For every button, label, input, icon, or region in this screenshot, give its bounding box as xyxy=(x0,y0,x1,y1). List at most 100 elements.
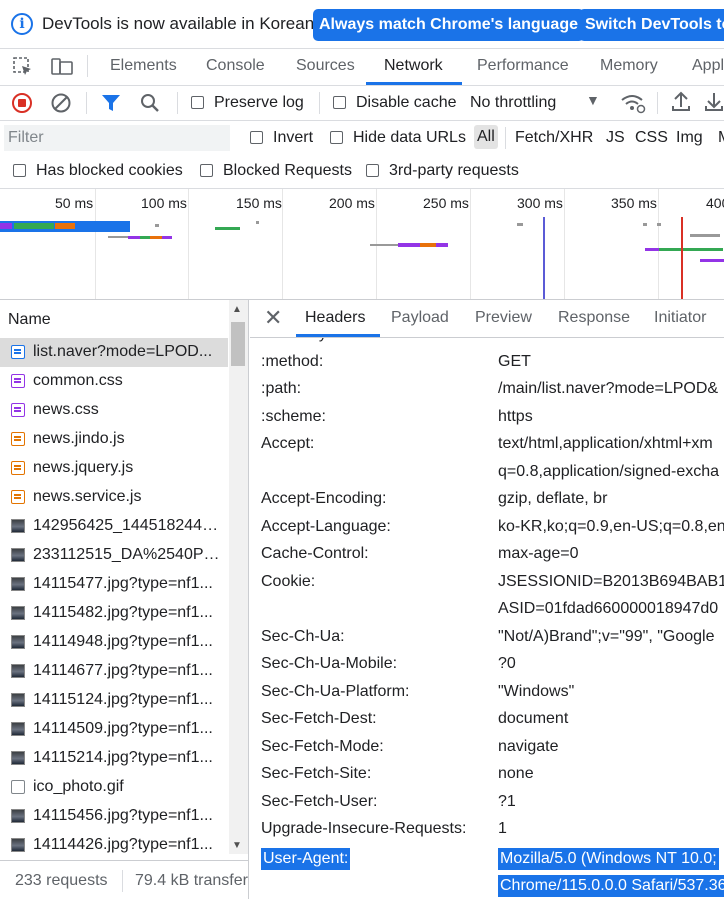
network-overview-timeline[interactable]: 50 ms 100 ms 150 ms 200 ms 250 ms 300 ms… xyxy=(0,189,724,300)
stylesheet-icon xyxy=(11,403,25,417)
toolbar-separator xyxy=(319,92,320,114)
header-value: JSESSIONID=B2013B694BAB1A xyxy=(498,572,724,590)
request-count: 233 requests xyxy=(15,872,108,889)
filter-type-img[interactable]: Img xyxy=(676,129,703,147)
tab-preview[interactable]: Preview xyxy=(475,309,532,327)
clear-icon[interactable] xyxy=(50,92,72,119)
request-row[interactable]: 14115477.jpg?type=nf1... xyxy=(0,570,228,599)
filter-input[interactable] xyxy=(4,125,230,151)
request-row[interactable]: 142956425_144518244_... xyxy=(0,512,228,541)
tab-response[interactable]: Response xyxy=(558,309,630,327)
request-row[interactable]: 14114677.jpg?type=nf1... xyxy=(0,657,228,686)
request-row[interactable]: news.jquery.js xyxy=(0,454,228,483)
request-row[interactable]: 14114426.jpg?type=nf1... xyxy=(0,831,228,858)
tab-console[interactable]: Console xyxy=(206,57,265,75)
request-list-panel: Name list.naver?mode=LPOD... common.css ne… xyxy=(0,300,249,899)
header-row: q=0.8,application/signed-excha xyxy=(250,460,724,487)
request-list: list.naver?mode=LPOD... common.css news.cs… xyxy=(0,338,228,858)
header-value: none xyxy=(498,765,534,782)
request-row[interactable]: list.naver?mode=LPOD... xyxy=(0,338,228,367)
tab-performance[interactable]: Performance xyxy=(477,57,569,75)
import-har-icon[interactable] xyxy=(671,91,691,118)
header-value: Chrome/115.0.0.0 Safari/537.36 xyxy=(498,875,724,897)
request-row[interactable]: news.css xyxy=(0,396,228,425)
close-icon[interactable]: ✕ xyxy=(264,305,282,331)
request-row[interactable]: 14115482.jpg?type=nf1... xyxy=(0,599,228,628)
chevron-down-icon[interactable]: ▼ xyxy=(586,92,600,108)
header-name: Sec-Fetch-Dest: xyxy=(261,710,377,727)
has-blocked-cookies-checkbox[interactable] xyxy=(13,164,26,177)
header-name: Cache-Control: xyxy=(261,545,369,562)
always-match-language-button[interactable]: Always match Chrome's language xyxy=(313,9,584,41)
request-row[interactable]: ico_photo.gif xyxy=(0,773,228,802)
search-icon[interactable] xyxy=(139,92,161,119)
request-row[interactable]: 14115456.jpg?type=nf1... xyxy=(0,802,228,831)
header-name: Sec-Fetch-User: xyxy=(261,792,378,810)
network-toolbar: Preserve log Disable cache No throttling… xyxy=(0,86,724,121)
filter-type-media[interactable]: M xyxy=(718,129,724,147)
header-name: Accept-Encoding: xyxy=(261,490,387,507)
request-name: 14115124.jpg?type=nf1... xyxy=(33,691,213,708)
header-row: ASID=01fdad660000018947d0 xyxy=(250,597,724,624)
switch-devtools-language-button[interactable]: Switch DevTools to xyxy=(579,9,724,41)
tab-network[interactable]: Network xyxy=(384,57,443,75)
filter-funnel-icon[interactable] xyxy=(101,93,121,118)
network-conditions-icon[interactable] xyxy=(620,91,646,120)
request-row[interactable]: 14114948.jpg?type=nf1... xyxy=(0,628,228,657)
image-thumbnail-icon xyxy=(11,664,25,678)
filter-type-fetch-xhr[interactable]: Fetch/XHR xyxy=(515,129,593,147)
filter-type-css[interactable]: CSS xyxy=(635,129,668,147)
inspect-element-icon[interactable] xyxy=(12,56,34,83)
invert-checkbox[interactable] xyxy=(250,131,263,144)
blocked-requests-checkbox[interactable] xyxy=(200,164,213,177)
request-name: ico_photo.gif xyxy=(33,778,124,795)
script-icon xyxy=(11,461,25,475)
request-row[interactable]: news.service.js xyxy=(0,483,228,512)
scroll-thumb[interactable] xyxy=(231,322,245,366)
tab-elements[interactable]: Elements xyxy=(110,57,177,75)
request-row[interactable]: common.css xyxy=(0,367,228,396)
scroll-up-icon[interactable]: ▲ xyxy=(232,304,242,315)
header-row: Cache-Control: max-age=0 xyxy=(250,542,724,569)
filter-type-all[interactable]: All xyxy=(474,125,498,149)
header-value: text/html,application/xhtml+xm xyxy=(498,435,713,452)
request-row[interactable]: 233112515_DA%2540PC... xyxy=(0,541,228,570)
language-infobar: i DevTools is now available in Korean! A… xyxy=(0,0,724,49)
filter-type-js[interactable]: JS xyxy=(606,129,625,147)
image-thumbnail-icon xyxy=(11,519,25,533)
tab-payload[interactable]: Payload xyxy=(391,309,449,327)
preserve-log-checkbox[interactable] xyxy=(191,96,204,109)
tab-headers[interactable]: Headers xyxy=(305,309,365,327)
name-column-header[interactable]: Name xyxy=(0,300,228,339)
third-party-requests-checkbox[interactable] xyxy=(366,164,379,177)
header-row: :path: /main/list.naver?mode=LPOD& xyxy=(250,377,724,404)
request-row[interactable]: 14115124.jpg?type=nf1... xyxy=(0,686,228,715)
throttling-select[interactable]: No throttling xyxy=(470,94,556,112)
header-row: Sec-Fetch-Mode: navigate xyxy=(250,735,724,762)
tab-initiator[interactable]: Initiator xyxy=(654,309,706,327)
request-name: 14114948.jpg?type=nf1... xyxy=(33,633,213,650)
filter-bar: Invert Hide data URLs All Fetch/XHR JS C… xyxy=(0,121,724,155)
record-stop-icon[interactable] xyxy=(11,92,33,119)
request-row[interactable]: news.jindo.js xyxy=(0,425,228,454)
request-list-scrollbar[interactable]: ▲ ▼ xyxy=(229,300,248,854)
header-row: Sec-Ch-Ua-Mobile: ?0 xyxy=(250,652,724,679)
header-value: "Windows" xyxy=(498,682,575,700)
devtools-tab-bar: Elements Console Sources Network Perform… xyxy=(0,49,724,86)
hide-data-urls-checkbox[interactable] xyxy=(330,131,343,144)
tab-sources[interactable]: Sources xyxy=(296,57,355,75)
export-har-icon[interactable] xyxy=(704,91,724,118)
tab-memory[interactable]: Memory xyxy=(600,57,658,75)
disable-cache-label: Disable cache xyxy=(356,94,457,111)
request-row[interactable]: 14115214.jpg?type=nf1... xyxy=(0,744,228,773)
scroll-down-icon[interactable]: ▼ xyxy=(232,840,242,851)
disable-cache-checkbox[interactable] xyxy=(333,96,346,109)
tab-application[interactable]: Appl xyxy=(692,57,724,75)
image-thumbnail-icon xyxy=(11,635,25,649)
info-icon: i xyxy=(11,13,33,35)
header-value: GET xyxy=(498,352,531,370)
has-blocked-cookies-label: Has blocked cookies xyxy=(36,162,183,179)
device-toolbar-icon[interactable] xyxy=(50,56,74,83)
request-row[interactable]: 14114509.jpg?type=nf1... xyxy=(0,715,228,744)
request-name: 14115482.jpg?type=nf1... xyxy=(33,604,213,621)
